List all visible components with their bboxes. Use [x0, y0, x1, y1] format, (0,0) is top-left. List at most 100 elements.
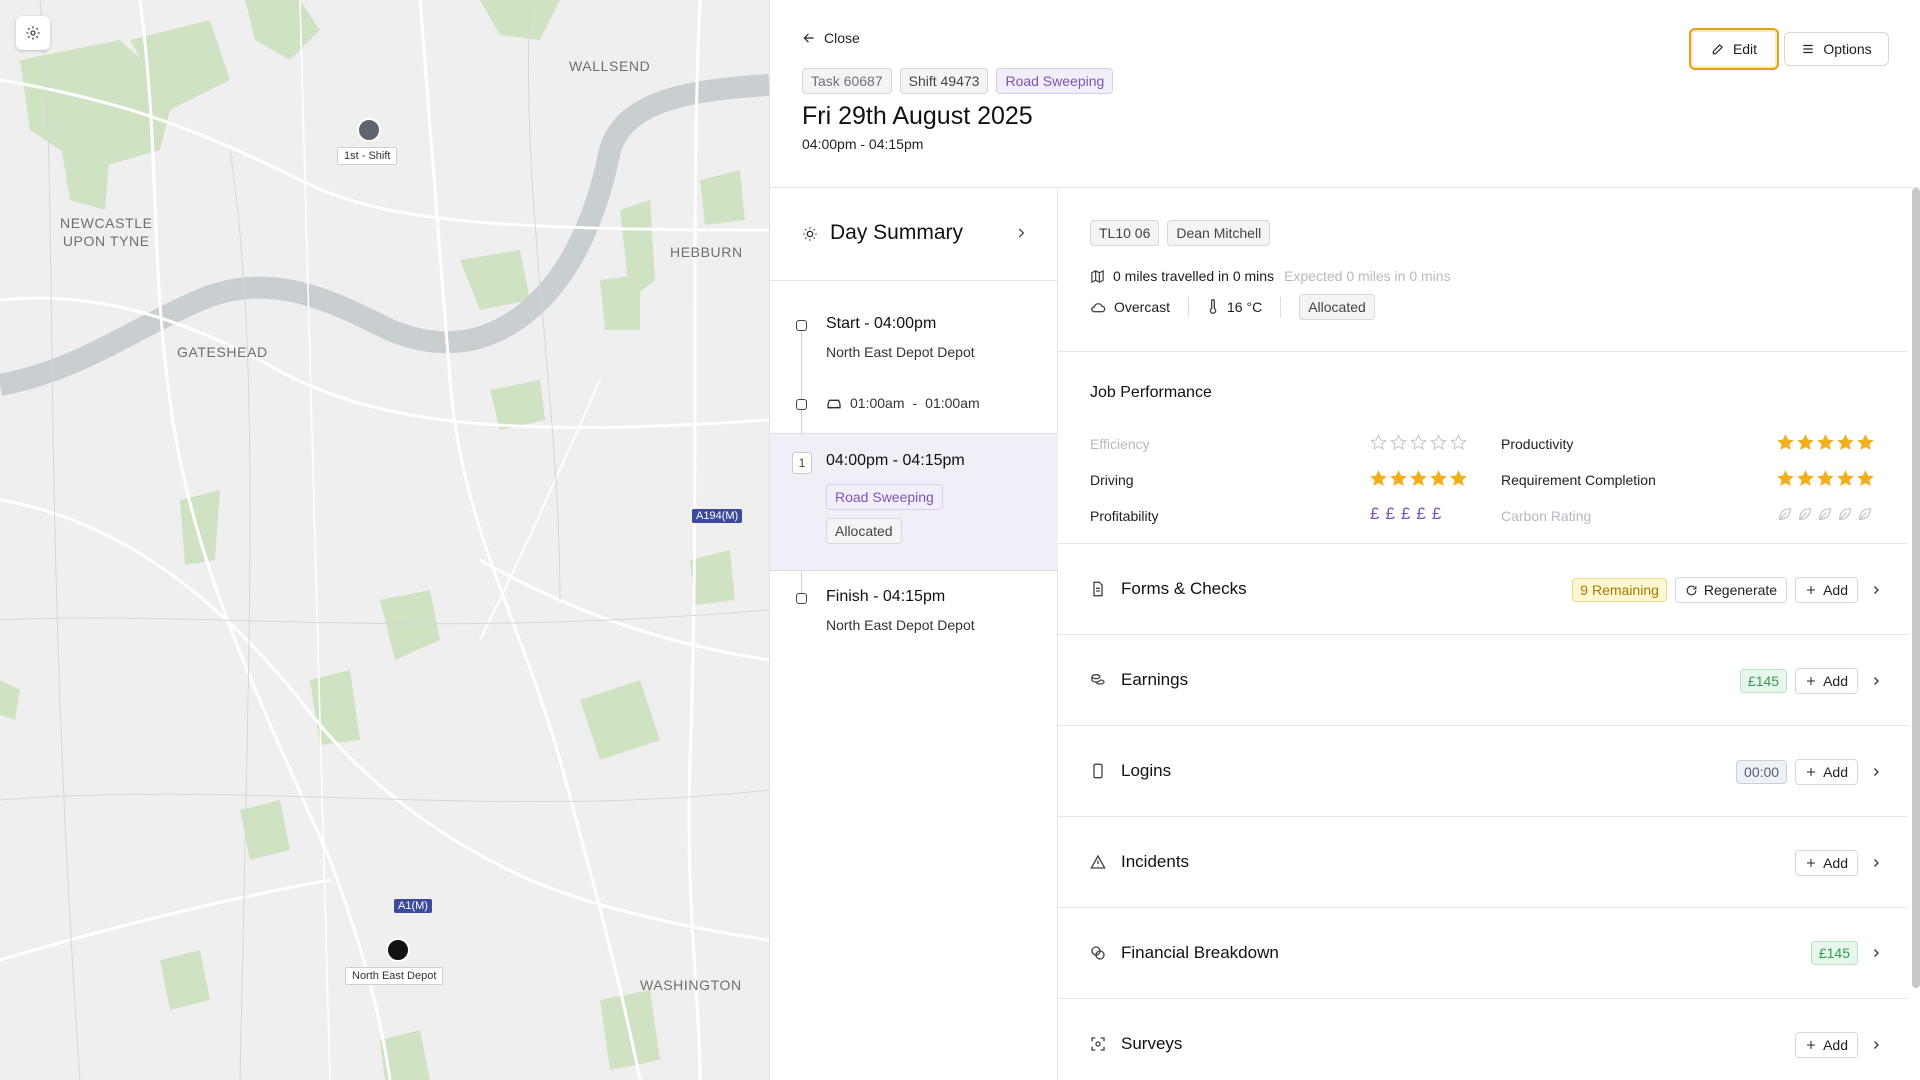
efficiency-stars — [1370, 434, 1467, 451]
add-label: Add — [1823, 673, 1848, 689]
map-view[interactable]: WALLSEND NEWCASTLE UPON TYNE HEBBURN GAT… — [0, 0, 769, 1080]
star-icon — [1817, 434, 1834, 450]
logins-duration-badge: 00:00 — [1736, 760, 1788, 784]
travel-from: 01:00am — [850, 395, 905, 411]
star-icon — [1837, 434, 1854, 450]
star-icon — [1430, 470, 1447, 486]
star-icon — [1370, 470, 1387, 486]
earnings-title: Earnings — [1121, 670, 1189, 689]
pound-symbol: £ — [1431, 504, 1442, 523]
timeline-task-item[interactable]: 1 04:00pm - 04:15pm Road Sweeping Alloca… — [770, 433, 1058, 571]
star-icon — [1857, 470, 1874, 486]
star-icon — [1797, 470, 1814, 486]
road-badge-a194m: A194(M) — [692, 509, 743, 523]
regenerate-button[interactable]: Regenerate — [1674, 577, 1788, 603]
car-icon — [827, 399, 841, 409]
forms-remaining-badge: 9 Remaining — [1572, 578, 1667, 602]
pencil-icon — [1712, 44, 1723, 55]
driving-label: Driving — [1090, 472, 1134, 488]
travel-node — [796, 399, 807, 410]
timeline-column: Day Summary Start - 04:00pm North East D… — [770, 188, 1058, 1080]
leaf-icon — [1779, 508, 1791, 520]
task-type-tag: Road Sweeping — [996, 68, 1114, 94]
chevron-right-icon — [1874, 949, 1879, 957]
start-location: North East Depot Depot — [826, 344, 975, 360]
profitability-label: Profitability — [1090, 508, 1159, 524]
page-title: Fri 29th August 2025 — [802, 102, 1033, 130]
requirement-completion-label: Requirement Completion — [1501, 472, 1656, 488]
regenerate-label: Regenerate — [1703, 582, 1778, 598]
surveys-add-button[interactable]: Add — [1795, 1032, 1858, 1058]
temperature: 16 °C — [1227, 299, 1263, 315]
financial-expand[interactable] — [1870, 947, 1882, 959]
scan-icon — [1091, 1037, 1105, 1051]
cloud-icon — [1091, 303, 1106, 313]
chevron-right-icon — [1018, 228, 1025, 238]
road-badge-a1m: A1(M) — [394, 899, 432, 913]
miles-travelled: 0 miles travelled in 0 mins — [1113, 268, 1275, 284]
shift-marker-label: 1st - Shift — [337, 147, 398, 165]
logins-section[interactable]: Logins 00:00 Add — [1058, 726, 1908, 817]
map-settings-button[interactable] — [16, 16, 50, 50]
shift-marker[interactable] — [357, 118, 381, 142]
detail-column: TL10 06 Dean Mitchell 0 miles travelled … — [1058, 188, 1908, 1080]
incidents-section[interactable]: Incidents Add — [1058, 817, 1908, 908]
travel-to: 01:00am — [925, 395, 980, 411]
task-type-badge: Road Sweeping — [826, 484, 943, 510]
logins-add-button[interactable]: Add — [1795, 759, 1858, 785]
surveys-section[interactable]: Surveys Add — [1058, 999, 1908, 1080]
pound-symbol: £ — [1385, 504, 1395, 523]
efficiency-label: Efficiency — [1090, 436, 1150, 452]
plus-icon — [1807, 586, 1816, 594]
coins-icon — [1091, 674, 1105, 685]
earnings-section[interactable]: Earnings £145 Add — [1058, 635, 1908, 726]
star-icon — [1450, 434, 1467, 450]
add-label: Add — [1823, 764, 1848, 780]
financial-breakdown-section[interactable]: Financial Breakdown £145 — [1058, 908, 1908, 999]
financial-breakdown-title: Financial Breakdown — [1121, 943, 1279, 962]
requirement-completion-stars — [1777, 470, 1874, 487]
plus-icon — [1807, 859, 1816, 867]
earnings-expand[interactable] — [1870, 675, 1882, 687]
chevron-right-icon — [1874, 677, 1879, 685]
logins-expand[interactable] — [1870, 766, 1882, 778]
forms-add-button[interactable]: Add — [1795, 577, 1858, 603]
pound-symbol: £ — [1370, 504, 1380, 523]
forms-expand[interactable] — [1870, 584, 1882, 596]
day-summary[interactable]: Day Summary — [770, 188, 1058, 281]
star-icon — [1777, 470, 1794, 486]
star-icon — [1797, 434, 1814, 450]
incidents-expand[interactable] — [1870, 857, 1882, 869]
day-summary-title: Day Summary — [830, 221, 964, 244]
forms-checks-title: Forms & Checks — [1121, 579, 1247, 598]
forms-checks-section[interactable]: Forms & Checks 9 Remaining Regenerate Ad… — [1058, 544, 1908, 635]
close-button[interactable]: Close — [802, 30, 860, 46]
scrollbar[interactable] — [1912, 188, 1920, 988]
add-label: Add — [1823, 1037, 1848, 1053]
task-info: TL10 06 Dean Mitchell 0 miles travelled … — [1058, 188, 1908, 352]
place-label-newcastle: NEWCASTLE UPON TYNE — [60, 215, 153, 249]
star-icon — [1390, 470, 1407, 486]
thermometer-icon — [1209, 299, 1217, 314]
start-node — [796, 320, 807, 331]
earnings-add-button[interactable]: Add — [1795, 668, 1858, 694]
star-icon — [1837, 470, 1854, 486]
task-id-tag: Task 60687 — [802, 68, 892, 94]
start-title: Start - 04:00pm — [826, 315, 937, 332]
travel-separator: - — [912, 395, 918, 411]
task-time: 04:00pm - 04:15pm — [826, 452, 965, 469]
surveys-expand[interactable] — [1870, 1039, 1882, 1051]
miles-expected: Expected 0 miles in 0 mins — [1284, 268, 1451, 284]
place-label-hebburn: HEBBURN — [670, 244, 743, 260]
incidents-add-button[interactable]: Add — [1795, 850, 1858, 876]
options-label: Options — [1823, 41, 1872, 57]
gear-icon — [26, 26, 40, 40]
finish-node — [796, 593, 807, 604]
earnings-amount-badge: £145 — [1739, 669, 1788, 693]
depot-marker[interactable] — [386, 938, 410, 962]
edit-button[interactable]: Edit — [1689, 28, 1779, 70]
options-button[interactable]: Options — [1784, 32, 1889, 66]
profitability-rating: £ £ £ £ £ — [1370, 504, 1441, 524]
document-icon — [1093, 581, 1103, 597]
carbon-rating-label: Carbon Rating — [1501, 508, 1592, 524]
